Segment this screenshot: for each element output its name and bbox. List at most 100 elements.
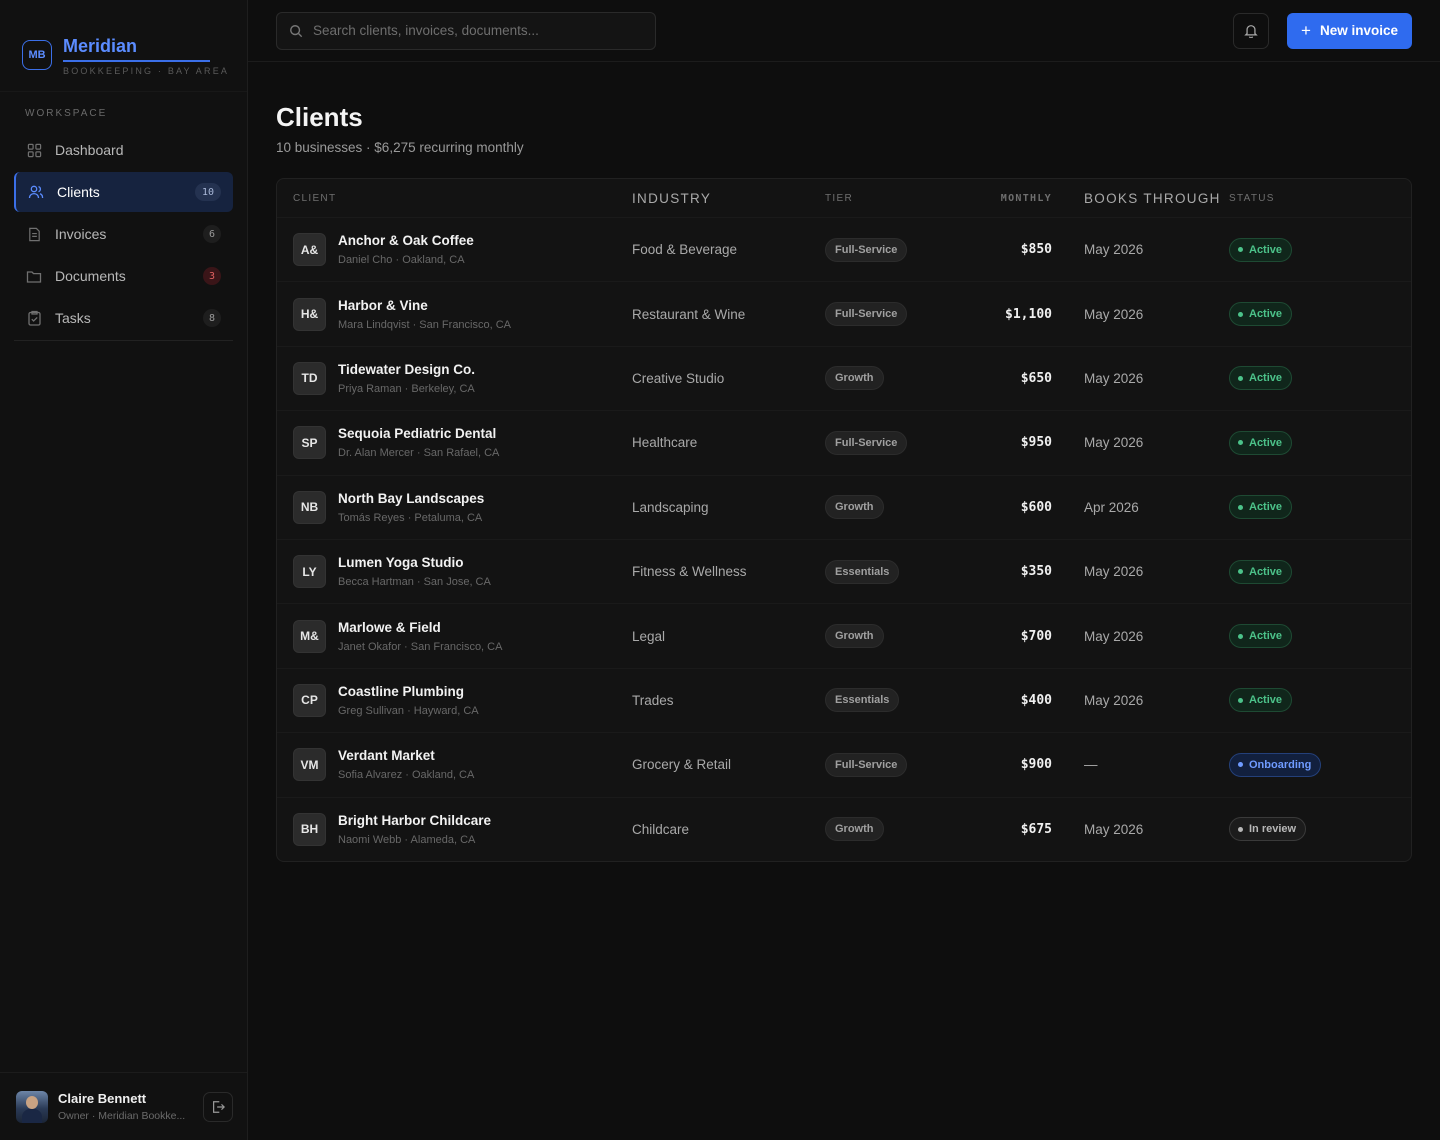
clipboard-icon xyxy=(26,310,42,326)
tier-pill: Full-Service xyxy=(825,302,908,327)
books-through: May 2026 xyxy=(1084,435,1144,451)
client-name[interactable]: Verdant Market xyxy=(338,748,474,763)
nav-divider xyxy=(14,340,233,341)
col-header-client[interactable]: CLIENT xyxy=(293,193,632,204)
page-subtitle: 10 businesses · $6,275 recurring monthly xyxy=(276,140,524,155)
status-label: Active xyxy=(1249,694,1283,707)
search-input[interactable] xyxy=(313,23,643,38)
col-header-status[interactable]: STATUS xyxy=(1229,193,1395,204)
client-industry: Grocery & Retail xyxy=(632,757,732,773)
status-label: Active xyxy=(1249,243,1283,256)
grid-icon xyxy=(26,142,42,158)
client-monthly: $675 xyxy=(1020,821,1052,837)
client-meta: Naomi Webb · Alameda, CA xyxy=(338,833,476,846)
client-name[interactable]: Harbor & Vine xyxy=(338,298,511,313)
client-meta: Sofia Alvarez · Oakland, CA xyxy=(338,769,475,782)
folder-icon xyxy=(26,268,42,284)
client-industry: Childcare xyxy=(632,821,690,837)
client-meta: Janet Okafor · San Francisco, CA xyxy=(338,640,503,653)
status-badge: Active xyxy=(1229,366,1293,391)
sidebar-item-documents[interactable]: Documents 3 xyxy=(14,256,233,296)
logout-button[interactable] xyxy=(203,1091,233,1122)
client-meta: Mara Lindqvist · San Francisco, CA xyxy=(338,318,512,331)
brand[interactable]: MB Meridian BOOKKEEPING · BAY AREA xyxy=(0,0,247,92)
client-industry: Landscaping xyxy=(632,499,709,515)
table-row[interactable]: BH Bright Harbor Childcare Naomi Webb · Al… xyxy=(277,796,1411,861)
status-badge: Onboarding xyxy=(1229,752,1322,777)
client-name[interactable]: Lumen Yoga Studio xyxy=(338,555,491,570)
table-row[interactable]: H& Harbor & Vine Mara Lindqvist · San Fran… xyxy=(277,281,1411,345)
client-name[interactable]: Anchor & Oak Coffee xyxy=(338,233,474,248)
receipt-icon xyxy=(26,226,42,242)
tier-pill: Full-Service xyxy=(825,752,908,777)
table-row[interactable]: A& Anchor & Oak Coffee Daniel Cho · Oaklan… xyxy=(277,217,1411,281)
client-industry: Trades xyxy=(632,692,674,708)
status-badge: Active xyxy=(1229,559,1293,584)
client-name[interactable]: Marlowe & Field xyxy=(338,620,502,635)
avatar[interactable] xyxy=(16,1090,48,1123)
client-name[interactable]: Coastline Plumbing xyxy=(338,684,479,699)
table-row[interactable]: M& Marlowe & Field Janet Okafor · San Fran… xyxy=(277,603,1411,667)
client-industry: Food & Beverage xyxy=(632,242,738,258)
count-badge: 10 xyxy=(195,183,221,201)
table-row[interactable]: LY Lumen Yoga Studio Becca Hartman · San J… xyxy=(277,538,1411,603)
search-box[interactable] xyxy=(276,11,656,50)
user-role: Owner · Meridian Bookke... xyxy=(58,1110,186,1122)
sidebar-item-label: Tasks xyxy=(55,310,91,326)
tier-pill: Full-Service xyxy=(825,430,908,455)
books-through: May 2026 xyxy=(1084,628,1144,644)
sidebar: MB Meridian BOOKKEEPING · BAY AREA WORKS… xyxy=(0,0,248,1140)
status-label: Active xyxy=(1249,436,1283,449)
status-label: Active xyxy=(1249,565,1283,578)
client-monthly: $700 xyxy=(1020,628,1052,644)
books-through: Apr 2026 xyxy=(1084,499,1139,515)
sidebar-item-invoices[interactable]: Invoices 6 xyxy=(14,214,233,254)
table-row[interactable]: TD Tidewater Design Co. Priya Raman · Berk… xyxy=(277,345,1411,410)
client-meta: Becca Hartman · San Jose, CA xyxy=(338,576,491,589)
bell-icon xyxy=(1244,23,1258,38)
client-name[interactable]: Tidewater Design Co. xyxy=(338,362,475,377)
table-row[interactable]: CP Coastline Plumbing Greg Sullivan · Hayw… xyxy=(277,667,1411,732)
status-badge: Active xyxy=(1229,302,1293,327)
tier-pill: Growth xyxy=(825,495,884,520)
users-icon xyxy=(28,184,44,200)
col-header-books[interactable]: BOOKS THROUGH xyxy=(1052,191,1229,206)
brand-tagline: BOOKKEEPING · BAY AREA xyxy=(63,65,230,76)
table-header: CLIENT INDUSTRY TIER MONTHLY BOOKS THROU… xyxy=(277,179,1411,217)
sidebar-item-tasks[interactable]: Tasks 8 xyxy=(14,298,233,338)
col-header-tier[interactable]: TIER xyxy=(825,193,945,204)
main-area: + New invoice Clients 10 businesses · $6… xyxy=(248,0,1440,1140)
status-badge: Active xyxy=(1229,430,1293,455)
table-row[interactable]: SP Sequoia Pediatric Dental Dr. Alan Merce… xyxy=(277,410,1411,474)
sidebar-item-dashboard[interactable]: Dashboard xyxy=(14,130,233,170)
new-invoice-button[interactable]: + New invoice xyxy=(1287,12,1412,49)
status-dot xyxy=(1238,762,1243,768)
client-monthly: $650 xyxy=(1020,370,1052,386)
col-header-industry[interactable]: INDUSTRY xyxy=(632,191,825,206)
logout-icon xyxy=(211,1100,225,1114)
col-header-monthly[interactable]: MONTHLY xyxy=(945,193,1052,204)
table-row[interactable]: NB North Bay Landscapes Tomás Reyes · Peta… xyxy=(277,474,1411,539)
sidebar-item-clients[interactable]: Clients 10 xyxy=(14,172,233,212)
client-initials: CP xyxy=(293,683,326,717)
client-name[interactable]: Sequoia Pediatric Dental xyxy=(338,426,499,441)
table-row[interactable]: VM Verdant Market Sofia Alvarez · Oakland,… xyxy=(277,732,1411,796)
brand-logo: MB xyxy=(22,39,52,70)
client-initials: SP xyxy=(293,426,326,460)
client-industry: Restaurant & Wine xyxy=(632,306,746,322)
client-meta: Priya Raman · Berkeley, CA xyxy=(338,382,475,395)
client-monthly: $950 xyxy=(1020,435,1052,451)
content: Clients 10 businesses · $6,275 recurring… xyxy=(248,62,1440,862)
client-name[interactable]: North Bay Landscapes xyxy=(338,491,484,506)
status-badge: Active xyxy=(1229,237,1293,262)
client-initials: BH xyxy=(293,812,326,846)
tier-pill: Essentials xyxy=(825,688,900,713)
client-name[interactable]: Bright Harbor Childcare xyxy=(338,813,491,828)
status-dot xyxy=(1238,569,1243,575)
status-dot xyxy=(1238,697,1243,703)
count-badge: 6 xyxy=(203,225,221,243)
sidebar-item-label: Documents xyxy=(55,268,126,284)
user-profile: Claire Bennett Owner · Meridian Bookke..… xyxy=(0,1072,247,1140)
client-meta: Daniel Cho · Oakland, CA xyxy=(338,254,465,267)
notifications-button[interactable] xyxy=(1233,12,1270,49)
